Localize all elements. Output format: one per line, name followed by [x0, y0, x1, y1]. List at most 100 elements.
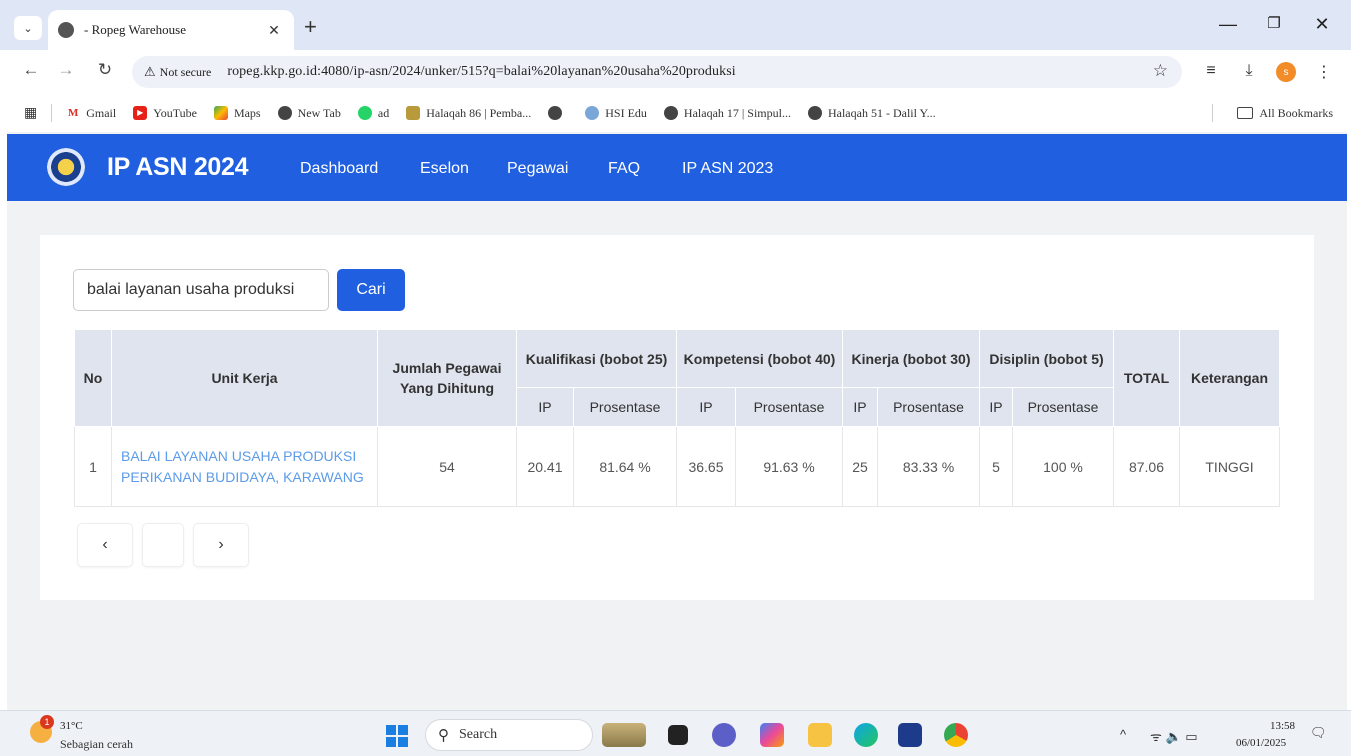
task-view-icon[interactable]	[668, 725, 688, 745]
bookmark-maps[interactable]: Maps	[213, 105, 261, 121]
weather-condition[interactable]: Sebagian cerah	[60, 737, 133, 752]
search-input[interactable]: balai layanan usaha produksi	[73, 269, 329, 311]
header-kualifikasi: Kualifikasi (bobot 25)	[516, 329, 677, 388]
windows-taskbar: 1 31°C Sebagian cerah ⚲ Search ^ ᯤ 🔈 ▭ 1…	[0, 710, 1351, 756]
weather-badge: 1	[40, 715, 54, 729]
minimize-button[interactable]: —	[1208, 14, 1248, 35]
bookmark-label: Gmail	[86, 105, 117, 120]
address-bar[interactable]: ⚠ Not secure ropeg.kkp.go.id:4080/ip-asn…	[132, 56, 1182, 88]
weather-temperature[interactable]: 31°C	[60, 720, 83, 732]
globe-icon	[58, 22, 74, 38]
bookmark-youtube[interactable]: ▶ YouTube	[133, 106, 197, 121]
bookmark-label: ad	[377, 105, 390, 120]
header-ip: IP	[979, 387, 1013, 427]
new-tab-button[interactable]: +	[304, 14, 317, 40]
widget-image-icon[interactable]	[602, 723, 646, 747]
file-explorer-icon[interactable]	[808, 723, 832, 747]
cell-disiplin-prosentase: 100 %	[1012, 426, 1114, 507]
header-kompetensi: Kompetensi (bobot 40)	[676, 329, 843, 388]
maps-icon	[213, 106, 228, 120]
bookmark-halaqah-51[interactable]: Halaqah 51 - Dalil Y...	[807, 105, 936, 121]
unit-kerja-link[interactable]: BALAI LAYANAN USAHA PRODUKSI PERIKANAN B…	[111, 426, 378, 507]
clock-time[interactable]: 13:58	[1270, 720, 1295, 732]
pagination-next-button[interactable]: ›	[193, 523, 249, 567]
header-prosentase: Prosentase	[573, 387, 677, 427]
cell-no: 1	[74, 426, 112, 507]
nav-ip-asn-2023[interactable]: IP ASN 2023	[682, 160, 773, 178]
bookmark-star-icon[interactable]: ☆	[1153, 61, 1168, 81]
notification-icon[interactable]: 🗨	[1310, 725, 1327, 741]
profile-avatar[interactable]: s	[1276, 62, 1296, 82]
bookmarks-bar: ▦ M Gmail ▶ YouTube Maps New Tab ad Hala…	[0, 94, 1351, 132]
globe-icon	[277, 106, 292, 120]
edge-icon[interactable]	[854, 723, 878, 747]
bookmark-separator	[51, 104, 53, 122]
table-row: 1 BALAI LAYANAN USAHA PRODUKSI PERIKANAN…	[74, 426, 1280, 507]
nav-dashboard[interactable]: Dashboard	[300, 160, 378, 178]
chat-icon[interactable]	[712, 723, 736, 747]
restore-button[interactable]: ❐	[1254, 14, 1294, 32]
bookmark-label: New Tab	[297, 105, 341, 120]
url-text[interactable]: ropeg.kkp.go.id:4080/ip-asn/2024/unker/5…	[227, 64, 735, 80]
header-jumlah-pegawai: Jumlah Pegawai Yang Dihitung	[377, 329, 517, 427]
taskbar-search[interactable]: ⚲ Search	[425, 719, 593, 751]
bookmark-hsi-edu[interactable]: HSI Edu	[585, 106, 647, 121]
media-control-icon[interactable]: ≡	[1200, 62, 1222, 80]
cell-kinerja-prosentase: 83.33 %	[877, 426, 980, 507]
bookmark-label: YouTube	[153, 105, 197, 120]
security-label[interactable]: Not secure	[160, 65, 212, 80]
start-button-icon[interactable]	[386, 725, 408, 747]
cell-keterangan: TINGGI	[1179, 426, 1280, 507]
nav-pegawai[interactable]: Pegawai	[507, 160, 568, 178]
menu-icon[interactable]: ⋮	[1313, 62, 1335, 82]
youtube-icon: ▶	[133, 106, 148, 120]
browser-tab-active[interactable]: - Ropeg Warehouse ✕	[48, 10, 294, 50]
tray-chevron-icon[interactable]: ^	[1120, 727, 1126, 742]
search-button[interactable]: Cari	[337, 269, 405, 311]
forward-button[interactable]: →	[53, 60, 79, 80]
header-disiplin: Disiplin (bobot 5)	[979, 329, 1114, 388]
tab-close-icon[interactable]: ✕	[264, 22, 284, 39]
pagination-prev-button[interactable]: ‹	[77, 523, 133, 567]
header-kinerja: Kinerja (bobot 30)	[842, 329, 980, 388]
header-prosentase: Prosentase	[877, 387, 980, 427]
bookmark-halaqah-86[interactable]: Halaqah 86 | Pemba...	[406, 106, 531, 121]
bookmark-halaqah-17[interactable]: Halaqah 17 | Simpul...	[663, 106, 791, 121]
copilot-icon[interactable]	[760, 723, 784, 747]
chrome-icon[interactable]	[944, 723, 968, 747]
cell-total: 87.06	[1113, 426, 1180, 507]
header-total: TOTAL	[1113, 329, 1180, 427]
all-bookmarks-button[interactable]: All Bookmarks	[1237, 106, 1333, 121]
apps-grid-icon[interactable]: ▦	[24, 105, 37, 122]
site-brand[interactable]: IP ASN 2024	[107, 153, 249, 182]
tray-network-sound-battery-icons[interactable]: ᯤ 🔈 ▭	[1150, 727, 1198, 745]
gmail-icon: M	[68, 107, 79, 119]
bookmark-gmail[interactable]: M Gmail	[66, 106, 116, 121]
kkp-logo[interactable]	[47, 148, 85, 186]
bookmark-ad[interactable]: ad	[357, 105, 390, 121]
close-window-button[interactable]: ✕	[1302, 14, 1342, 35]
bookmark-label: Halaqah 51 - Dalil Y...	[827, 105, 936, 120]
tab-title: - Ropeg Warehouse	[84, 22, 186, 37]
header-ip: IP	[842, 387, 878, 427]
clock-date[interactable]: 06/01/2025	[1236, 737, 1286, 749]
nav-faq[interactable]: FAQ	[608, 160, 640, 178]
nav-eselon[interactable]: Eselon	[420, 160, 469, 178]
tab-search-button[interactable]: ⌄	[14, 16, 42, 40]
warning-icon: ⚠	[144, 64, 156, 79]
browser-tab-strip: ⌄ - Ropeg Warehouse ✕ + — ❐ ✕	[0, 0, 1351, 50]
bookmark-label: Maps	[233, 105, 261, 120]
reload-button[interactable]: ↻	[92, 60, 118, 80]
folder-icon	[1237, 107, 1254, 119]
pagination-current-page[interactable]	[142, 523, 184, 567]
cell-jumlah: 54	[377, 426, 517, 507]
store-icon[interactable]	[898, 723, 922, 747]
download-icon[interactable]: ⤓	[1238, 62, 1260, 80]
cell-kompetensi-ip: 36.65	[676, 426, 736, 507]
bookmark-globe[interactable]	[548, 106, 568, 120]
cell-disiplin-ip: 5	[979, 426, 1013, 507]
back-button[interactable]: ←	[18, 60, 44, 80]
bookmark-separator	[1212, 104, 1213, 122]
globe-icon	[663, 106, 678, 120]
bookmark-new-tab[interactable]: New Tab	[277, 105, 341, 121]
